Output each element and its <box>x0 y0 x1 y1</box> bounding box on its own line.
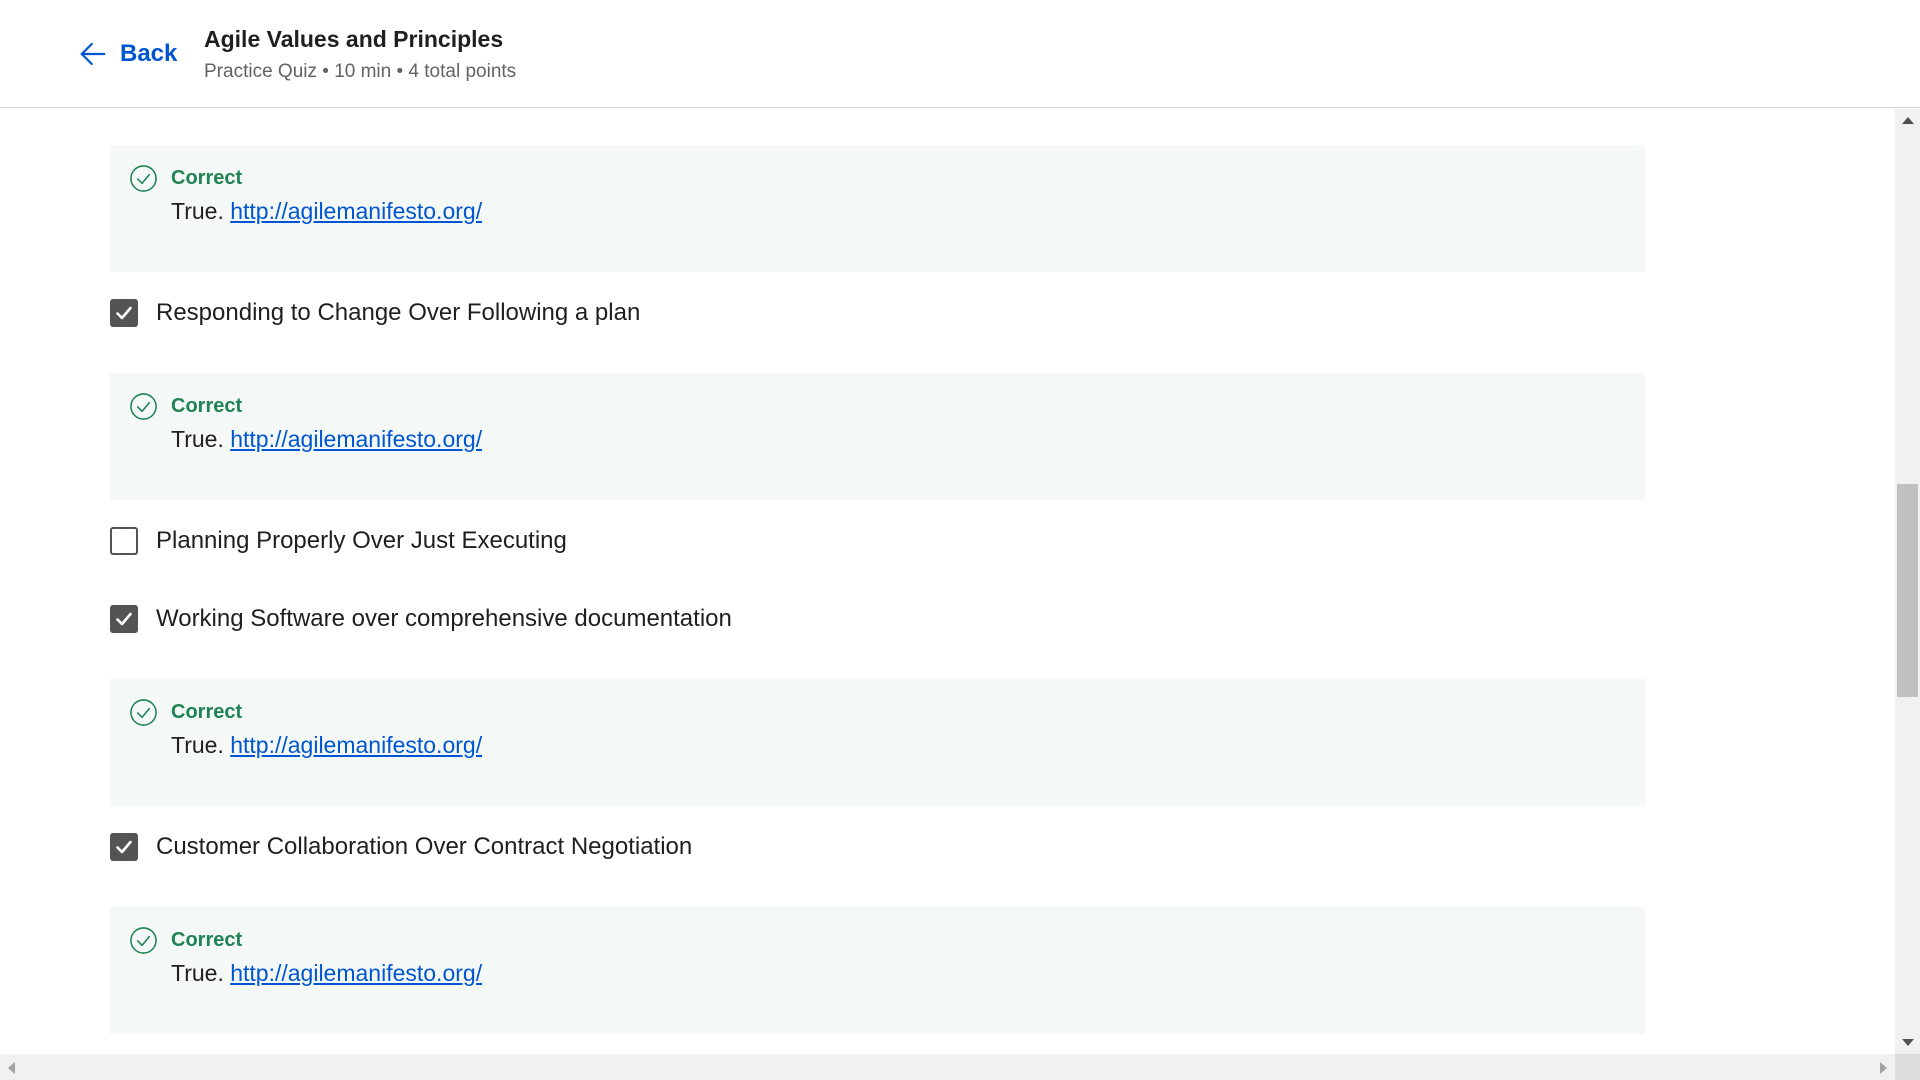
feedback-text: True. http://agilemanifesto.org/ <box>171 729 482 761</box>
check-circle-icon <box>130 393 157 420</box>
check-circle-icon <box>130 165 157 192</box>
horizontal-scrollbar[interactable] <box>0 1054 1895 1080</box>
feedback-prefix: True. <box>171 732 224 758</box>
scroll-right-icon[interactable] <box>1880 1062 1887 1074</box>
quiz-title-block: Agile Values and Principles Practice Qui… <box>204 24 516 84</box>
option-label: Planning Properly Over Just Executing <box>156 527 567 554</box>
option-label: Working Software over comprehensive docu… <box>156 605 732 632</box>
feedback-label: Correct <box>171 929 243 951</box>
checkbox-unchecked[interactable] <box>110 527 138 555</box>
back-label: Back <box>120 40 178 67</box>
feedback-correct: Correct True. http://agilemanifesto.org/ <box>110 145 1645 272</box>
option-label: Customer Collaboration Over Contract Neg… <box>156 833 693 860</box>
feedback-prefix: True. <box>171 960 224 986</box>
back-button[interactable]: Back <box>78 36 177 72</box>
quiz-header: Back Agile Values and Principles Practic… <box>0 0 1920 108</box>
feedback-link[interactable]: http://agilemanifesto.org/ <box>230 960 482 986</box>
check-circle-icon <box>130 927 157 954</box>
checkbox-checked[interactable] <box>110 833 138 861</box>
answer-option[interactable]: Customer Collaboration Over Contract Neg… <box>110 831 692 863</box>
arrow-left-icon <box>80 42 106 66</box>
scrollbar-corner <box>1895 1054 1920 1080</box>
scroll-left-icon[interactable] <box>8 1062 15 1074</box>
feedback-text: True. http://agilemanifesto.org/ <box>171 423 482 455</box>
feedback-prefix: True. <box>171 198 224 224</box>
feedback-label: Correct <box>171 167 243 189</box>
feedback-correct: Correct True. http://agilemanifesto.org/ <box>110 679 1645 806</box>
page-title: Agile Values and Principles <box>204 26 504 52</box>
feedback-link[interactable]: http://agilemanifesto.org/ <box>230 426 482 452</box>
feedback-prefix: True. <box>171 426 224 452</box>
checkbox-checked[interactable] <box>110 605 138 633</box>
checkbox-checked[interactable] <box>110 299 138 327</box>
scroll-down-icon[interactable] <box>1902 1039 1914 1046</box>
feedback-correct: Correct True. http://agilemanifesto.org/ <box>110 373 1645 500</box>
scroll-up-icon[interactable] <box>1902 117 1914 124</box>
vertical-scrollbar[interactable] <box>1895 109 1920 1054</box>
feedback-correct: Correct True. http://agilemanifesto.org/ <box>110 907 1645 1034</box>
feedback-link[interactable]: http://agilemanifesto.org/ <box>230 198 482 224</box>
feedback-text: True. http://agilemanifesto.org/ <box>171 957 482 989</box>
checkmark-icon <box>116 306 132 320</box>
checkmark-icon <box>116 840 132 854</box>
answer-option[interactable]: Working Software over comprehensive docu… <box>110 603 732 635</box>
feedback-label: Correct <box>171 701 243 723</box>
feedback-text: True. http://agilemanifesto.org/ <box>171 195 482 227</box>
feedback-label: Correct <box>171 395 243 417</box>
answer-option[interactable]: Responding to Change Over Following a pl… <box>110 297 640 329</box>
option-label: Responding to Change Over Following a pl… <box>156 299 641 326</box>
checkmark-icon <box>116 612 132 626</box>
quiz-content: Correct True. http://agilemanifesto.org/… <box>0 109 1895 1054</box>
feedback-link[interactable]: http://agilemanifesto.org/ <box>230 732 482 758</box>
answer-option[interactable]: Planning Properly Over Just Executing <box>110 525 567 557</box>
check-circle-icon <box>130 699 157 726</box>
quiz-meta: Practice Quiz • 10 min • 4 total points <box>204 61 517 82</box>
scrollbar-thumb[interactable] <box>1897 484 1918 697</box>
